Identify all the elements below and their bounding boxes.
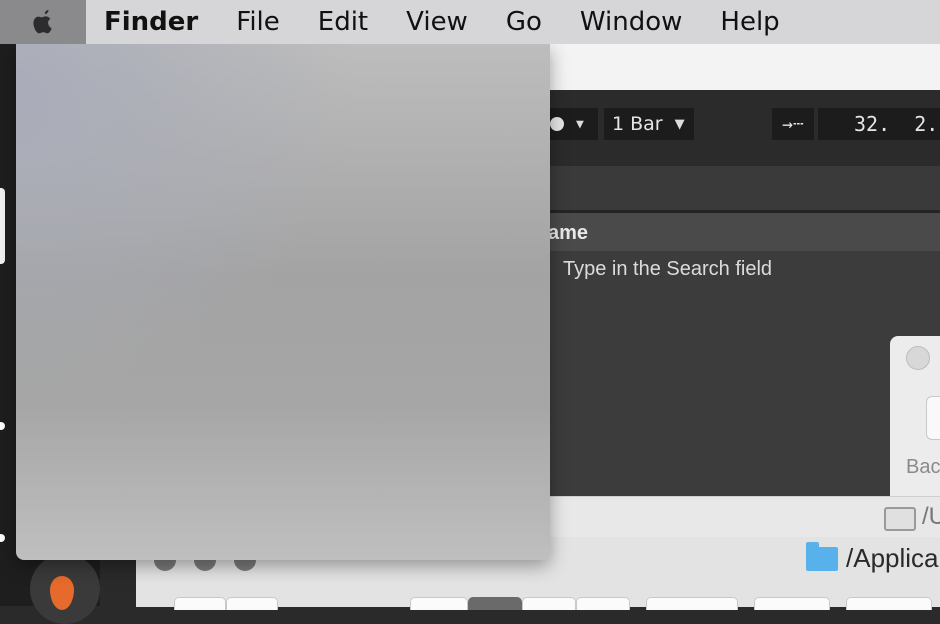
menu-bar: Finder File Edit View Go Window Help	[0, 0, 940, 44]
path-text: /U	[922, 503, 940, 530]
chevron-down-icon: ▼	[576, 116, 584, 132]
dock-app-icon[interactable]	[30, 554, 100, 624]
close-button[interactable]	[906, 346, 930, 370]
apple-menu-button[interactable]	[0, 0, 86, 44]
disk-icon	[884, 507, 916, 531]
view-list-button[interactable]	[468, 597, 522, 610]
record-dot-icon	[550, 117, 564, 131]
quantize-select[interactable]: 1 Bar ▼	[604, 108, 694, 140]
window-title: /Applica	[846, 543, 939, 573]
view-column-button[interactable]	[522, 597, 576, 610]
view-gallery-button[interactable]	[576, 597, 630, 610]
forward-button[interactable]	[226, 597, 278, 610]
follow-arrow-icon: →┄	[782, 113, 804, 135]
dock-running-indicator	[0, 534, 5, 542]
dialog-window: Bac	[890, 336, 940, 496]
dialog-label: Bac	[906, 456, 940, 478]
menu-go[interactable]: Go	[506, 0, 542, 44]
browser-hint-text: Type in the Search field	[563, 258, 773, 280]
dock-window-edge	[0, 188, 5, 264]
follow-button[interactable]: →┄	[772, 108, 814, 140]
menu-edit[interactable]: Edit	[318, 0, 368, 44]
dialog-input[interactable]	[926, 396, 940, 440]
menu-window[interactable]: Window	[580, 0, 683, 44]
name-column-label: ame	[548, 222, 589, 244]
back-button[interactable]	[174, 597, 226, 610]
arrangement-position-field[interactable]: 32. 2.	[818, 108, 940, 140]
dock-running-indicator	[0, 422, 5, 430]
quantize-value: 1 Bar	[612, 113, 663, 135]
menu-app-finder[interactable]: Finder	[104, 0, 198, 44]
menu-view[interactable]: View	[406, 0, 468, 44]
position-value: 32. 2.	[854, 112, 939, 136]
menu-help[interactable]: Help	[720, 0, 779, 44]
group-button[interactable]	[646, 597, 738, 610]
chevron-down-icon: ▼	[674, 116, 685, 132]
menu-file[interactable]: File	[236, 0, 280, 44]
share-button[interactable]	[754, 597, 830, 610]
apple-menu-dropdown[interactable]	[16, 44, 550, 560]
apple-icon	[33, 10, 52, 34]
view-icon-button[interactable]	[410, 597, 468, 610]
tags-button[interactable]	[846, 597, 932, 610]
folder-icon	[806, 542, 838, 571]
